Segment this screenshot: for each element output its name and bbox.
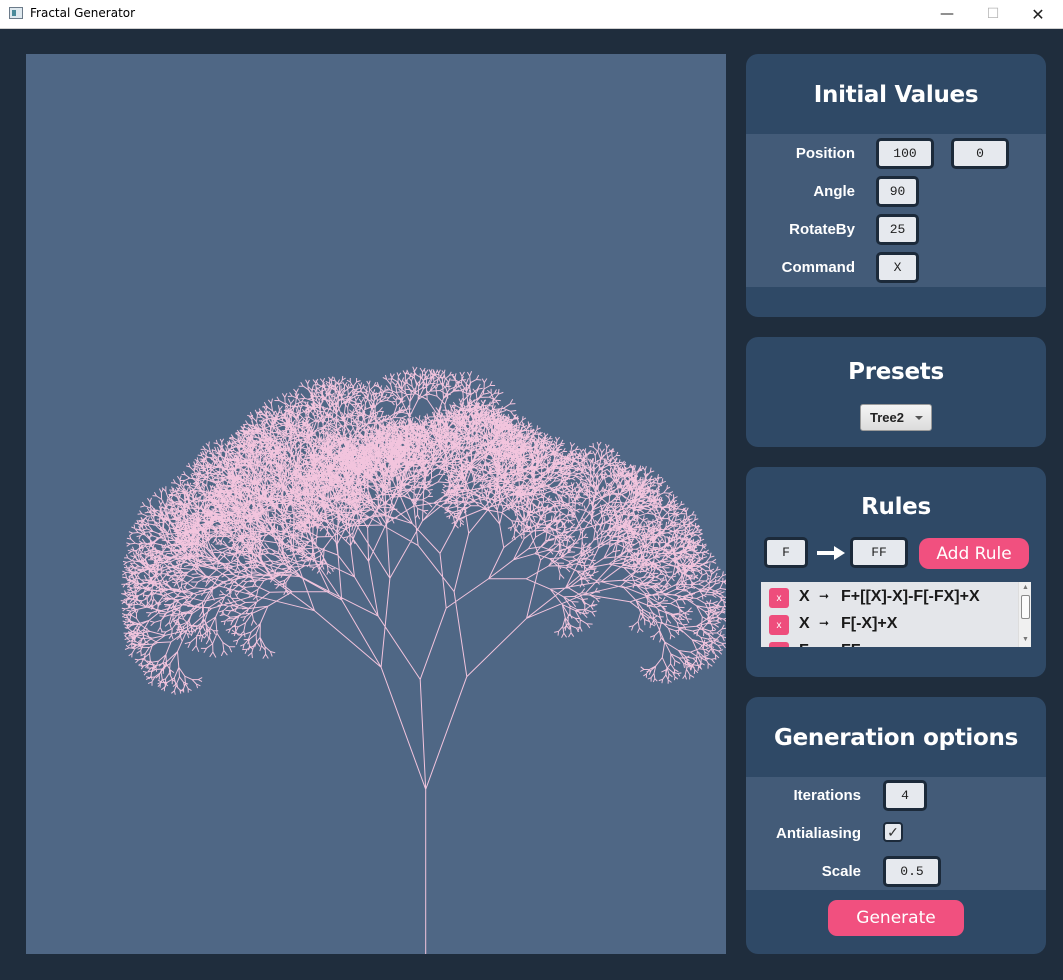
rule-arrow-icon: ➞ [819, 589, 830, 603]
delete-rule-button[interactable]: x [769, 588, 789, 608]
checkmark-icon: ✓ [887, 823, 899, 840]
position-label: Position [795, 145, 855, 162]
rule-rhs: FF [841, 642, 861, 647]
angle-input[interactable]: 90 [876, 176, 919, 207]
close-button[interactable]: ✕ [1015, 0, 1061, 28]
generation-options-panel: Generation options Iterations 4 Antialia… [746, 697, 1046, 954]
preset-selected-value: Tree2 [870, 410, 904, 425]
rule-lhs: X [799, 588, 810, 605]
maximize-button[interactable]: ☐ [970, 0, 1016, 28]
minimize-button[interactable]: — [924, 0, 970, 28]
delete-rule-button[interactable]: x [769, 642, 789, 647]
rule-arrow-icon: ➞ [819, 643, 829, 647]
add-rule-button[interactable]: Add Rule [919, 538, 1029, 569]
scroll-down-icon[interactable]: ▼ [1022, 636, 1029, 643]
delete-rule-button[interactable]: x [769, 615, 789, 635]
presets-title: Presets [848, 359, 944, 385]
rule-lhs: F [799, 642, 809, 647]
fractal-tree-drawing [120, 366, 726, 954]
generation-options-title: Generation options [774, 725, 1018, 751]
rule-rhs-input[interactable]: FF [850, 537, 908, 568]
rule-rhs: F+[[X]-X]-F[-FX]+X [841, 588, 980, 605]
rule-row: x X ➞ F[-X]+X [761, 611, 1019, 635]
rules-panel: Rules F FF Add Rule x X ➞ F+[[X]-X]-F[-F… [746, 467, 1046, 677]
right-arrow-icon [817, 546, 845, 560]
position-y-input[interactable]: 0 [951, 138, 1009, 169]
fractal-branches [120, 366, 726, 954]
window-titlebar: Fractal Generator — ☐ ✕ [0, 0, 1063, 29]
fractal-canvas[interactable] [26, 54, 726, 954]
initial-values-title: Initial Values [813, 82, 979, 108]
window-title: Fractal Generator [30, 6, 136, 20]
generate-button[interactable]: Generate [828, 900, 964, 936]
rule-row: x F ➞ FF [761, 638, 1019, 647]
app-window-icon [9, 7, 23, 19]
rules-list[interactable]: x X ➞ F+[[X]-X]-F[-FX]+X x X ➞ F[-X]+X x… [761, 582, 1031, 647]
antialiasing-label: Antialiasing [775, 825, 861, 842]
rule-row: x X ➞ F+[[X]-X]-F[-FX]+X [761, 584, 1019, 608]
preset-dropdown[interactable]: Tree2 [860, 404, 932, 431]
rule-arrow-icon: ➞ [819, 616, 830, 630]
fractal-branch-path [120, 366, 726, 954]
scrollbar-thumb[interactable] [1021, 595, 1030, 619]
rotateby-input[interactable]: 25 [876, 214, 919, 245]
rule-lhs-input[interactable]: F [764, 537, 808, 568]
scale-label: Scale [821, 863, 861, 880]
presets-panel: Presets Tree2 [746, 337, 1046, 447]
iterations-input[interactable]: 4 [883, 780, 927, 811]
antialiasing-checkbox[interactable]: ✓ [883, 822, 903, 842]
rule-lhs: X [799, 615, 810, 632]
rule-rhs: F[-X]+X [841, 615, 898, 632]
scroll-up-icon[interactable]: ▲ [1022, 584, 1029, 591]
command-input[interactable]: X [876, 252, 919, 283]
position-x-input[interactable]: 100 [876, 138, 934, 169]
initial-values-panel: Initial Values Position 100 0 Angle 90 R… [746, 54, 1046, 317]
scale-input[interactable]: 0.5 [883, 856, 941, 887]
rules-title: Rules [861, 494, 931, 520]
iterations-label: Iterations [793, 787, 861, 804]
command-label: Command [781, 259, 855, 276]
rules-scrollbar[interactable]: ▲ ▼ [1018, 582, 1031, 647]
angle-label: Angle [813, 183, 855, 200]
rotateby-label: RotateBy [789, 221, 855, 238]
dropdown-caret-icon [915, 416, 923, 420]
